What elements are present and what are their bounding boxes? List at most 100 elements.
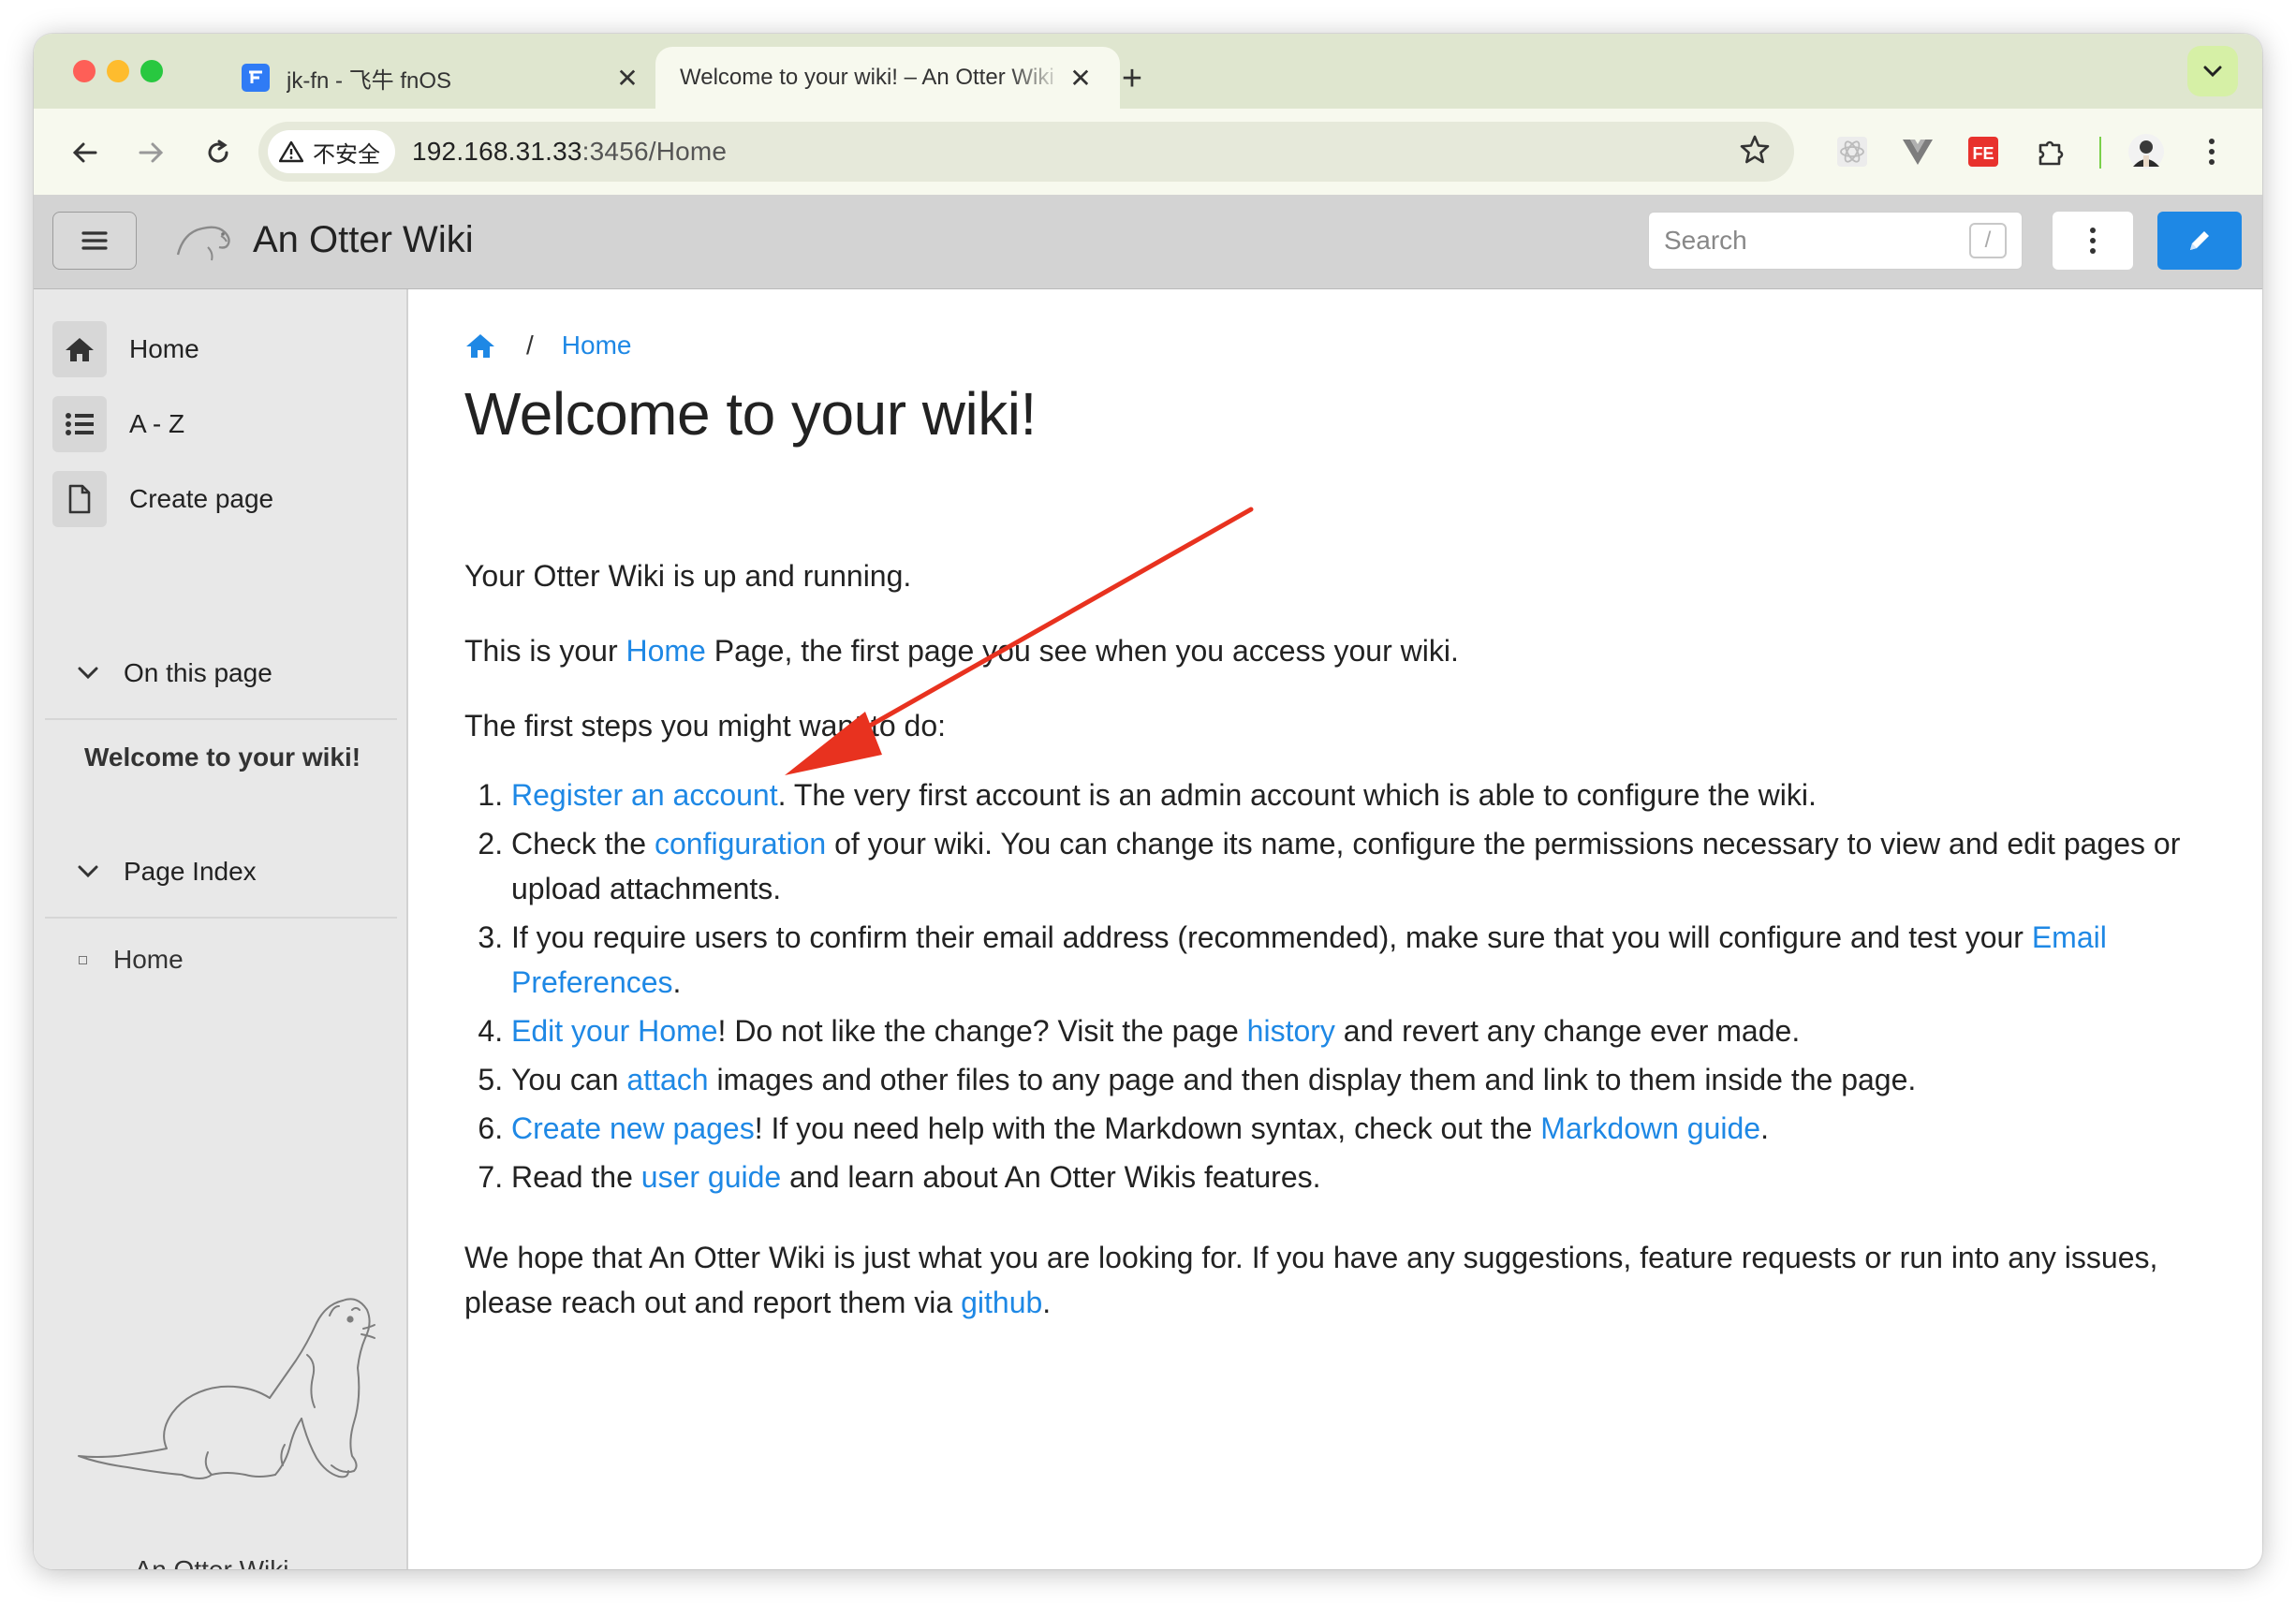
vertical-dots-icon <box>2090 228 2096 254</box>
step-link[interactable]: Markdown guide <box>1540 1111 1760 1145</box>
sidebar-item-label: Create page <box>129 484 274 513</box>
sidebar-toggle-button[interactable] <box>52 212 137 270</box>
fe-helper-icon[interactable]: FE <box>1961 129 2006 174</box>
bookmark-star-icon[interactable] <box>1738 133 1772 171</box>
tab-title: jk-fn - 飞牛 fnOS <box>287 67 452 94</box>
step-link[interactable]: configuration <box>655 827 826 860</box>
step-link[interactable]: Create new pages <box>511 1111 755 1145</box>
sidebar-item-home[interactable]: Home <box>52 321 199 377</box>
reload-button[interactable] <box>195 129 242 176</box>
section-label: On this page <box>124 658 272 687</box>
sidebar-item-label: Home <box>129 334 199 363</box>
steps-intro: The first steps you might want to do: <box>464 709 947 743</box>
step-text: . <box>1760 1111 1769 1145</box>
page-index-item[interactable]: Home <box>79 945 184 975</box>
reload-icon <box>208 140 228 163</box>
closing-paragraph: We hope that An Otter Wiki is just what … <box>464 1241 2158 1319</box>
intro-paragraph: Your Otter Wiki is up and running. <box>464 559 912 593</box>
minimize-window-button[interactable] <box>107 60 129 82</box>
step-link[interactable]: Register an account <box>511 778 778 812</box>
url-text: 192.168.31.33:3456/Home <box>412 137 727 167</box>
warning-icon <box>279 140 303 163</box>
breadcrumb-home-link[interactable]: Home <box>562 331 632 360</box>
wiki-brand-title[interactable]: An Otter Wiki <box>253 219 474 261</box>
browser-toolbar: 不安全 192.168.31.33:3456/Home FE <box>34 109 2262 195</box>
step-link[interactable]: user guide <box>641 1160 781 1194</box>
tab-strip: jk-fn - 飞牛 fnOS ✕ Welcome to your wiki! … <box>34 34 2262 109</box>
toolbar-separator <box>2099 137 2101 169</box>
sidebar: Home A - Z Create page On this page Welc… <box>34 289 408 1569</box>
profile-avatar[interactable] <box>2124 129 2169 174</box>
forward-arrow-icon <box>139 142 164 163</box>
otter-illustration-icon <box>78 1298 375 1479</box>
security-label: 不安全 <box>313 141 380 168</box>
chevron-down-icon <box>78 865 98 878</box>
divider <box>45 718 397 720</box>
close-window-button[interactable] <box>73 60 96 82</box>
extensions-puzzle-icon[interactable] <box>2028 129 2073 174</box>
url-path: :3456/Home <box>581 137 728 166</box>
wiki-navbar: An Otter Wiki Search / <box>34 195 2262 289</box>
back-button[interactable] <box>62 129 109 176</box>
tab-otter-wiki[interactable]: Welcome to your wiki! – An Otter Wiki ✕ <box>655 47 1120 109</box>
step-text: Read the <box>511 1160 641 1194</box>
search-shortcut-badge: / <box>1969 223 2007 258</box>
step-link[interactable]: Edit your Home <box>511 1014 718 1048</box>
edit-page-button[interactable] <box>2157 212 2242 270</box>
step-text: . <box>672 965 682 999</box>
step-text: ! Do not like the change? Visit the page <box>717 1014 1247 1048</box>
step-text: ! If you need help with the Markdown syn… <box>754 1111 1541 1145</box>
step-item: Edit your Home! Do not like the change? … <box>511 1008 2215 1053</box>
step-item: You can attach images and other files to… <box>511 1057 2215 1102</box>
steps-list: Register an account. The very first acco… <box>464 772 2215 1203</box>
sidebar-item-a-z[interactable]: A - Z <box>52 396 184 452</box>
vue-devtools-icon[interactable] <box>1895 129 1940 174</box>
sidebar-item-create-page[interactable]: Create page <box>52 471 273 527</box>
on-this-page-toggle[interactable]: On this page <box>77 658 272 688</box>
step-text: If you require users to confirm their em… <box>511 920 2032 954</box>
home-icon <box>52 321 107 377</box>
home-icon[interactable] <box>464 331 496 360</box>
address-bar[interactable]: 不安全 192.168.31.33:3456/Home <box>258 122 1794 182</box>
hamburger-icon <box>81 231 108 250</box>
new-tab-button[interactable]: + <box>1109 51 1155 107</box>
otter-logo-icon <box>176 226 230 261</box>
svg-text:FE: FE <box>1972 144 1994 163</box>
toc-item[interactable]: Welcome to your wiki! <box>84 743 361 772</box>
step-text: You can <box>511 1063 627 1096</box>
close-tab-icon[interactable]: ✕ <box>1066 63 1096 94</box>
forward-button[interactable] <box>127 129 174 176</box>
maximize-window-button[interactable] <box>140 60 163 82</box>
step-item: If you require users to confirm their em… <box>511 915 2215 1005</box>
tab-fnos[interactable]: jk-fn - 飞牛 fnOS ✕ <box>217 47 667 109</box>
sidebar-footer: An Otter Wiki <box>34 1555 390 1569</box>
back-arrow-icon <box>72 142 97 163</box>
react-devtools-icon[interactable] <box>1830 129 1875 174</box>
page-index-toggle[interactable]: Page Index <box>77 857 257 887</box>
tab-search-button[interactable] <box>2187 46 2238 96</box>
tab-title: Welcome to your wiki! – An Otter Wiki <box>680 65 1054 90</box>
browser-window: jk-fn - 飞牛 fnOS ✕ Welcome to your wiki! … <box>34 34 2262 1569</box>
home-link[interactable]: Home <box>626 634 705 668</box>
step-text: and revert any change ever made. <box>1334 1014 1801 1048</box>
step-item: Read the user guide and learn about An O… <box>511 1154 2215 1199</box>
step-link[interactable]: attach <box>626 1063 708 1096</box>
security-chip[interactable]: 不安全 <box>268 130 395 173</box>
search-input[interactable]: Search / <box>1648 212 2023 270</box>
browser-menu-icon[interactable] <box>2189 129 2234 174</box>
github-link[interactable]: github <box>961 1286 1042 1319</box>
step-link[interactable]: history <box>1247 1014 1335 1048</box>
more-options-button[interactable] <box>2053 212 2133 270</box>
close-tab-icon[interactable]: ✕ <box>612 63 642 94</box>
url-host: 192.168.31.33 <box>412 137 582 166</box>
page-index-label: Home <box>113 945 184 974</box>
breadcrumb: / Home <box>464 331 631 360</box>
file-icon <box>52 471 107 527</box>
step-item: Create new pages! If you need help with … <box>511 1106 2215 1151</box>
chevron-down-icon <box>78 667 98 680</box>
search-placeholder: Search <box>1664 226 1747 255</box>
fnos-logo-icon <box>242 64 270 92</box>
square-bullet-icon <box>79 955 87 964</box>
sidebar-item-label: A - Z <box>129 409 185 438</box>
list-icon <box>52 396 107 452</box>
